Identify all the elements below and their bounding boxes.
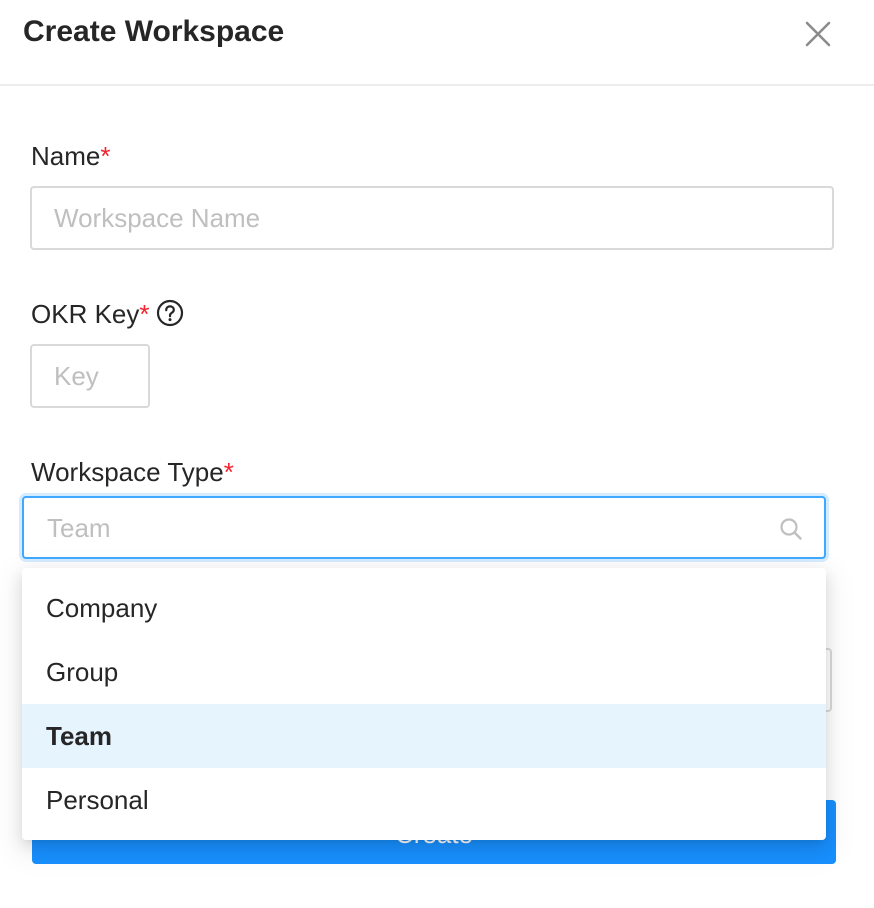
close-icon xyxy=(805,21,831,47)
okr-key-required-mark: * xyxy=(139,299,150,329)
workspace-type-dropdown: Company Group Team Personal xyxy=(22,568,826,840)
option-team[interactable]: Team xyxy=(22,704,826,768)
workspace-type-select[interactable]: Team xyxy=(22,496,826,559)
okr-key-input[interactable] xyxy=(30,344,150,408)
workspace-type-label-text: Workspace Type xyxy=(31,457,224,487)
modal-title: Create Workspace xyxy=(23,15,285,48)
create-workspace-modal: Create Workspace Name* OKR Key* Workspac… xyxy=(0,0,874,908)
okr-key-label: OKR Key* xyxy=(31,298,184,330)
okr-key-label-text: OKR Key xyxy=(31,299,140,329)
search-icon xyxy=(780,518,802,540)
workspace-type-required-mark: * xyxy=(223,457,234,487)
modal-header: Create Workspace xyxy=(0,0,874,86)
name-label: Name* xyxy=(31,140,110,172)
name-label-text: Name xyxy=(31,141,101,171)
question-circle-icon[interactable] xyxy=(156,299,184,327)
name-required-mark: * xyxy=(100,141,111,171)
option-company[interactable]: Company xyxy=(22,576,826,640)
workspace-name-input[interactable] xyxy=(30,186,834,250)
close-button[interactable] xyxy=(798,14,838,54)
option-group[interactable]: Group xyxy=(22,640,826,704)
workspace-type-select-value: Team xyxy=(47,513,111,543)
option-personal[interactable]: Personal xyxy=(22,768,826,832)
workspace-type-label: Workspace Type* xyxy=(31,456,234,488)
